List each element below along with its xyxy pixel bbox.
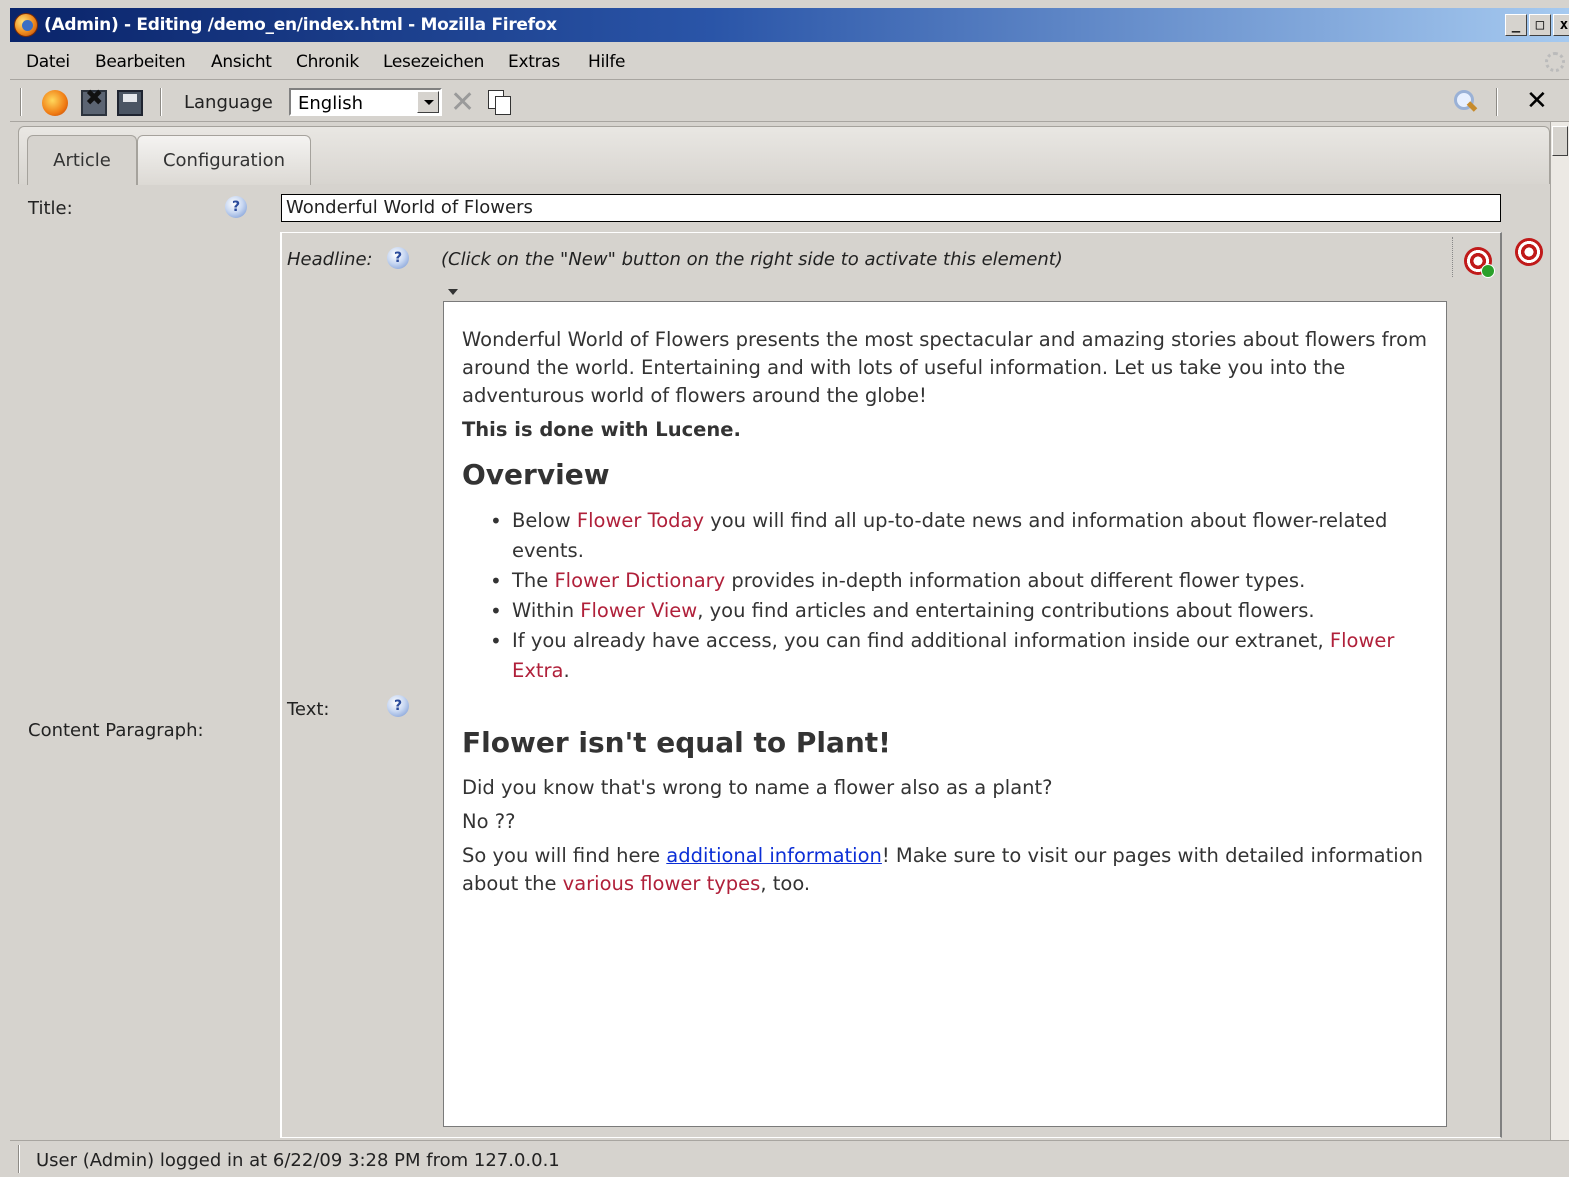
tab-configuration[interactable]: Configuration bbox=[137, 135, 311, 185]
new-element-icon[interactable] bbox=[1464, 247, 1495, 278]
content-paragraph-label: Content Paragraph: bbox=[28, 720, 204, 741]
maximize-button[interactable]: □ bbox=[1529, 14, 1551, 36]
window-controls: _ □ x bbox=[1505, 14, 1569, 36]
no-paragraph: No ?? bbox=[462, 810, 516, 833]
chevron-down-icon[interactable] bbox=[417, 91, 439, 113]
collapse-arrow-icon[interactable] bbox=[448, 289, 458, 295]
headline-hint: (Click on the "New" button on the right … bbox=[441, 249, 1063, 270]
copy-icon[interactable] bbox=[488, 90, 511, 115]
menu-hilfe[interactable]: Hilfe bbox=[588, 52, 625, 72]
throbber-icon bbox=[1545, 52, 1565, 72]
toolbar-separator bbox=[1496, 88, 1498, 116]
flower-dictionary-link[interactable]: Flower Dictionary bbox=[554, 569, 725, 592]
divider bbox=[1452, 237, 1453, 277]
list-item: The Flower Dictionary provides in-depth … bbox=[490, 566, 1428, 596]
flower-view-link[interactable]: Flower View bbox=[580, 599, 697, 622]
menu-bar: Datei Bearbeiten Ansicht Chronik Lesezei… bbox=[10, 44, 1569, 80]
vertical-scrollbar[interactable] bbox=[1550, 122, 1569, 1140]
content-paragraph-box: Headline: ? (Click on the "New" button o… bbox=[280, 232, 1502, 1138]
menu-extras[interactable]: Extras bbox=[508, 52, 560, 72]
list-item: Within Flower View, you find articles an… bbox=[490, 596, 1428, 626]
article-form: Title: ? Wonderful World of Flowers Cont… bbox=[18, 184, 1550, 1140]
window-titlebar[interactable]: (Admin) - Editing /demo_en/index.html - … bbox=[10, 8, 1569, 42]
menu-bearbeiten[interactable]: Bearbeiten bbox=[95, 52, 186, 72]
editor-toolbar: Language English ✕ ✕ bbox=[10, 82, 1569, 122]
language-label: Language bbox=[184, 92, 273, 113]
close-window-button[interactable]: x bbox=[1553, 14, 1569, 36]
minimize-button[interactable]: _ bbox=[1505, 14, 1527, 36]
language-value: English bbox=[298, 93, 363, 114]
help-icon[interactable]: ? bbox=[387, 695, 409, 717]
overview-heading: Overview bbox=[462, 458, 610, 491]
title-field[interactable]: Wonderful World of Flowers bbox=[281, 194, 1501, 222]
toolbar-separator bbox=[160, 88, 162, 116]
language-select[interactable]: English bbox=[289, 88, 442, 116]
save-close-icon[interactable] bbox=[81, 86, 107, 116]
various-flower-types-link[interactable]: various flower types bbox=[563, 872, 761, 895]
menu-datei[interactable]: Datei bbox=[26, 52, 70, 72]
list-item: If you already have access, you can find… bbox=[490, 626, 1428, 686]
reload-icon[interactable] bbox=[42, 90, 68, 116]
status-bar: User (Admin) logged in at 6/22/09 3:28 P… bbox=[10, 1140, 1569, 1177]
rich-text-editor[interactable]: Wonderful World of Flowers presents the … bbox=[443, 301, 1447, 1127]
status-text: User (Admin) logged in at 6/22/09 3:28 P… bbox=[36, 1150, 560, 1171]
tab-article[interactable]: Article bbox=[27, 135, 137, 185]
browser-window: (Admin) - Editing /demo_en/index.html - … bbox=[0, 0, 1569, 1177]
final-paragraph: So you will find here additional informa… bbox=[462, 844, 1423, 895]
list-item: Below Flower Today you will find all up-… bbox=[490, 506, 1428, 566]
menu-lesezeichen[interactable]: Lesezeichen bbox=[383, 52, 484, 72]
intro-paragraph: Wonderful World of Flowers presents the … bbox=[462, 328, 1428, 407]
window-title: (Admin) - Editing /demo_en/index.html - … bbox=[44, 15, 557, 35]
tab-strip: Article Configuration bbox=[18, 126, 1550, 185]
firefox-icon bbox=[14, 13, 38, 37]
search-icon[interactable] bbox=[1452, 88, 1480, 116]
overview-list: Below Flower Today you will find all up-… bbox=[490, 506, 1428, 686]
save-icon[interactable] bbox=[117, 90, 143, 116]
toolbar-separator bbox=[20, 88, 22, 116]
additional-information-link[interactable]: additional information bbox=[666, 844, 882, 867]
add-paragraph-icon[interactable] bbox=[1515, 238, 1543, 266]
text-label: Text: bbox=[287, 699, 330, 720]
scrollbar-thumb[interactable] bbox=[1552, 126, 1568, 156]
flower-today-link[interactable]: Flower Today bbox=[577, 509, 704, 532]
help-icon[interactable]: ? bbox=[387, 247, 409, 269]
headline-label: Headline: bbox=[287, 249, 373, 270]
menu-chronik[interactable]: Chronik bbox=[296, 52, 359, 72]
close-icon[interactable]: ✕ bbox=[1526, 86, 1548, 116]
lucene-paragraph: This is done with Lucene. bbox=[462, 418, 741, 441]
did-you-know-paragraph: Did you know that's wrong to name a flow… bbox=[462, 776, 1053, 799]
delete-icon[interactable]: ✕ bbox=[450, 88, 475, 118]
menu-ansicht[interactable]: Ansicht bbox=[211, 52, 272, 72]
help-icon[interactable]: ? bbox=[225, 196, 247, 218]
plant-heading: Flower isn't equal to Plant! bbox=[462, 726, 891, 759]
status-separator bbox=[18, 1145, 20, 1173]
title-label: Title: bbox=[28, 198, 73, 219]
